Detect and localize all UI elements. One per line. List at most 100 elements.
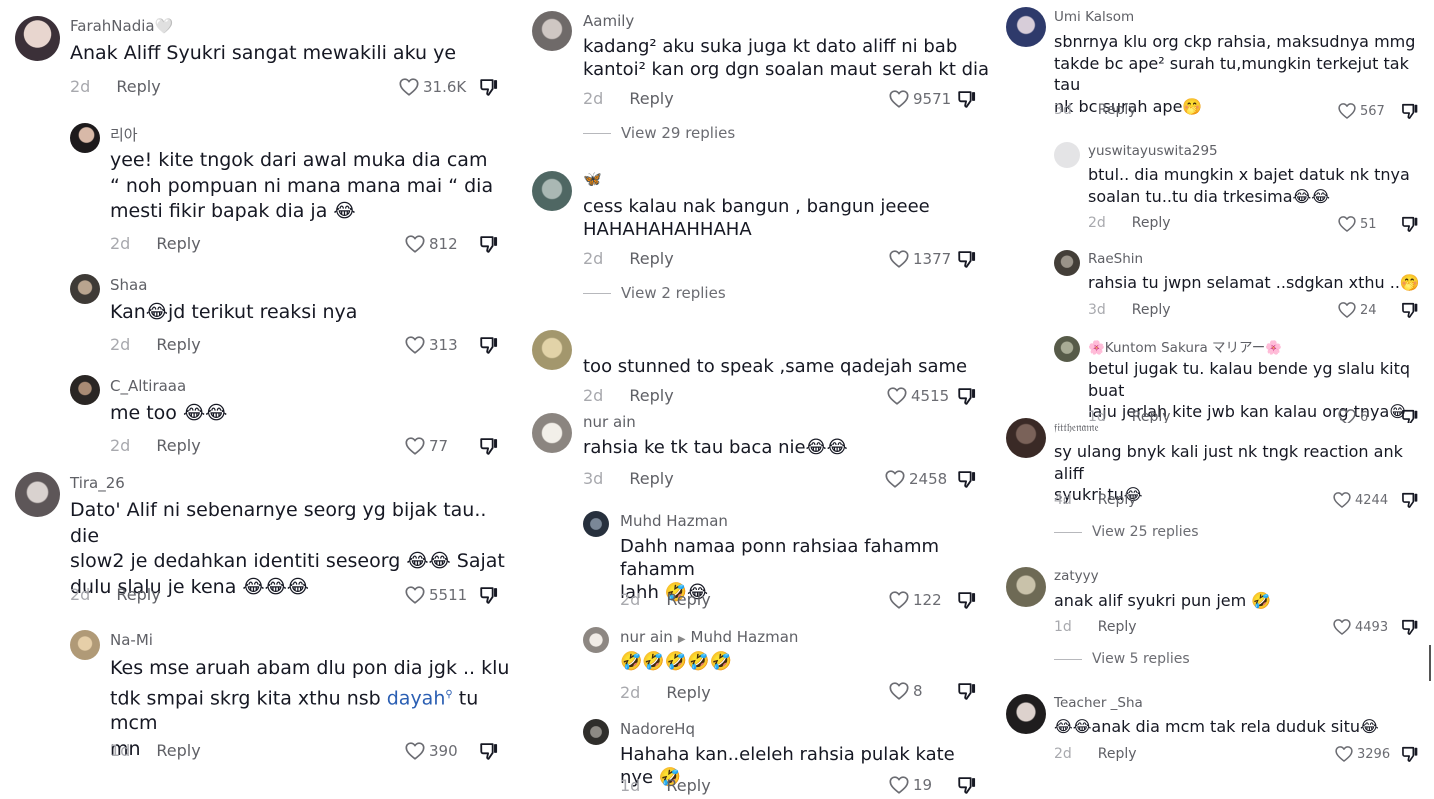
thumbs-down-icon[interactable] — [956, 385, 978, 407]
thumbs-down-icon[interactable] — [478, 740, 500, 762]
thumbs-down-icon[interactable] — [1400, 214, 1420, 234]
comment-username[interactable]: C_Altiraaa — [110, 377, 186, 395]
reply-button[interactable]: Reply — [1098, 492, 1137, 508]
comment-username[interactable]: 🌸Kuntom Sakura マリアー🌸 — [1088, 336, 1282, 356]
like-button[interactable]: 5511 — [404, 584, 467, 606]
heart-outline-icon[interactable] — [404, 435, 426, 457]
avatar[interactable] — [70, 123, 100, 153]
heart-outline-icon[interactable] — [1337, 300, 1357, 320]
view-replies-label[interactable]: View 5 replies — [1092, 651, 1190, 667]
avatar[interactable] — [1054, 250, 1080, 276]
like-button[interactable]: 4515 — [886, 385, 949, 407]
view-replies-button[interactable]: View 29 replies — [583, 124, 735, 142]
like-button[interactable]: 77 — [404, 435, 448, 457]
like-button[interactable]: 812 — [404, 233, 458, 255]
heart-outline-icon[interactable] — [886, 385, 908, 407]
comment-username[interactable]: Tira_26 — [70, 474, 125, 492]
reply-button[interactable]: Reply — [1132, 215, 1171, 231]
like-button[interactable]: 567 — [1337, 101, 1385, 121]
like-button[interactable]: 31.6K — [398, 76, 466, 98]
comment-username[interactable]: RaeShin — [1088, 251, 1143, 267]
comment-username[interactable]: nur ain ▶ Muhd Hazman — [620, 628, 798, 646]
avatar[interactable] — [583, 511, 609, 537]
reply-button[interactable]: Reply — [156, 436, 200, 455]
like-button[interactable]: 313 — [404, 334, 458, 356]
like-button[interactable]: 4493 — [1332, 617, 1388, 637]
reply-button[interactable]: Reply — [156, 335, 200, 354]
avatar[interactable] — [15, 472, 60, 517]
reply-button[interactable]: Reply — [1098, 619, 1137, 635]
heart-outline-icon[interactable] — [404, 233, 426, 255]
search-icon[interactable]: ⚲ — [445, 689, 452, 700]
avatar[interactable] — [70, 375, 100, 405]
comment-username[interactable]: Teacher _Sha — [1054, 695, 1143, 711]
heart-outline-icon[interactable] — [404, 740, 426, 762]
like-button[interactable]: 4244 — [1332, 490, 1388, 510]
thumbs-down-icon[interactable] — [1400, 744, 1420, 764]
comment-username[interactable]: Aamily — [583, 12, 634, 30]
thumbs-down-icon[interactable] — [478, 233, 500, 255]
avatar[interactable] — [15, 16, 60, 61]
like-button[interactable]: 19 — [888, 774, 932, 796]
thumbs-down-icon[interactable] — [956, 248, 978, 270]
avatar[interactable] — [1006, 694, 1046, 734]
thumbs-down-icon[interactable] — [956, 468, 978, 490]
heart-outline-icon[interactable] — [888, 88, 910, 110]
reply-button[interactable]: Reply — [1098, 102, 1137, 118]
thumbs-down-icon[interactable] — [956, 774, 978, 796]
thumbs-down-icon[interactable] — [478, 435, 500, 457]
avatar[interactable] — [1006, 418, 1046, 458]
reply-button[interactable]: Reply — [1098, 746, 1137, 762]
avatar[interactable] — [532, 330, 572, 370]
thumbs-down-icon[interactable] — [478, 334, 500, 356]
view-replies-label[interactable]: View 29 replies — [621, 124, 735, 142]
comment-username[interactable]: yuswitayuswita295 — [1088, 143, 1218, 159]
view-replies-button[interactable]: View 5 replies — [1054, 651, 1190, 667]
thumbs-down-icon[interactable] — [478, 584, 500, 606]
heart-outline-icon[interactable] — [888, 248, 910, 270]
reply-button[interactable]: Reply — [156, 234, 200, 253]
reply-button[interactable]: Reply — [629, 386, 673, 405]
comment-username[interactable]: Umi Kalsom — [1054, 9, 1134, 25]
reply-button[interactable]: Reply — [1132, 302, 1171, 318]
avatar[interactable] — [1006, 7, 1046, 47]
comment-username[interactable]: Na-Mi — [110, 631, 153, 649]
thumbs-down-icon[interactable] — [956, 680, 978, 702]
avatar[interactable] — [70, 274, 100, 304]
like-button[interactable]: 8 — [888, 680, 923, 702]
heart-outline-icon[interactable] — [884, 468, 906, 490]
mention-link[interactable]: dayah — [387, 687, 446, 709]
reply-button[interactable]: Reply — [116, 585, 160, 604]
heart-outline-icon[interactable] — [888, 589, 910, 611]
avatar[interactable] — [583, 719, 609, 745]
reply-button[interactable]: Reply — [666, 590, 710, 609]
like-button[interactable]: 9571 — [888, 88, 951, 110]
like-button[interactable]: 390 — [404, 740, 458, 762]
thumbs-down-icon[interactable] — [956, 589, 978, 611]
avatar[interactable] — [532, 171, 572, 211]
heart-outline-icon[interactable] — [888, 774, 910, 796]
view-replies-button[interactable]: View 2 replies — [583, 284, 726, 302]
avatar[interactable] — [1006, 567, 1046, 607]
thumbs-down-icon[interactable] — [1400, 617, 1420, 637]
reply-button[interactable]: Reply — [629, 89, 673, 108]
heart-outline-icon[interactable] — [404, 334, 426, 356]
comment-username[interactable]: Shaa — [110, 276, 147, 294]
heart-outline-icon[interactable] — [1337, 214, 1357, 234]
heart-outline-icon[interactable] — [888, 680, 910, 702]
heart-outline-icon[interactable] — [1337, 101, 1357, 121]
thumbs-down-icon[interactable] — [1400, 101, 1420, 121]
thumbs-down-icon[interactable] — [478, 76, 500, 98]
reply-button[interactable]: Reply — [156, 741, 200, 760]
comment-username[interactable]: Muhd Hazman — [620, 512, 728, 530]
like-button[interactable]: 51 — [1337, 214, 1377, 234]
like-button[interactable]: 24 — [1337, 300, 1377, 320]
reply-button[interactable]: Reply — [629, 469, 673, 488]
reply-button[interactable]: Reply — [116, 77, 160, 96]
comment-username[interactable]: zatyyy — [1054, 568, 1099, 584]
heart-outline-icon[interactable] — [398, 76, 420, 98]
reply-button[interactable]: Reply — [666, 776, 710, 795]
scrollbar[interactable] — [1429, 645, 1431, 681]
comment-username[interactable]: 리아 — [110, 124, 138, 145]
comment-username[interactable]: FarahNadia🤍 — [70, 17, 173, 35]
